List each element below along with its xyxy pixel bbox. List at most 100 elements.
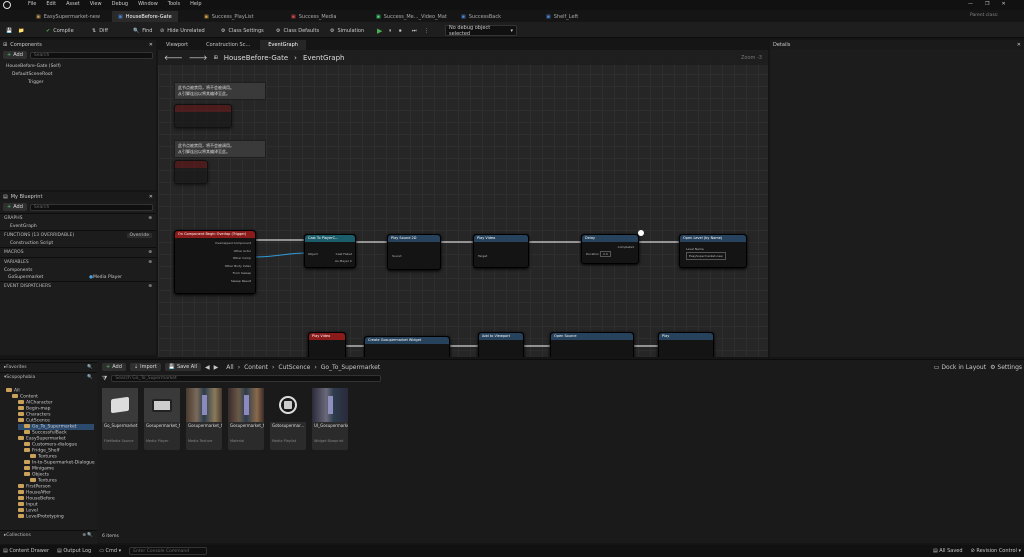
stop-icon[interactable]: ⏹ (399, 25, 402, 36)
components-category[interactable]: Components (0, 267, 156, 274)
find-button[interactable]: 🔍 Find (133, 25, 152, 36)
node-add-to-viewport[interactable]: Add to Viewport (478, 332, 524, 357)
menu-edit[interactable]: Edit (46, 1, 56, 7)
node-delay[interactable]: Delay Completed Duration 2.0 (581, 234, 639, 264)
node-open-level[interactable]: Open Level (by Name) Level Name EasySupe… (679, 234, 747, 268)
component-trigger[interactable]: Trigger (6, 79, 150, 87)
node-play-video[interactable]: Play Video Target (473, 234, 529, 268)
tab-viewport[interactable]: Viewport (158, 42, 196, 48)
construction-script-item[interactable]: Construction Script (0, 240, 156, 247)
menu-help[interactable]: Help (190, 1, 201, 7)
tree-levelprototyping[interactable]: LevelPrototyping (18, 514, 64, 520)
node-play-2[interactable]: Play (658, 332, 714, 357)
play-icon[interactable]: ▶ (377, 25, 382, 36)
add-blueprint-item-button[interactable]: + Add (3, 203, 27, 211)
event-graph-canvas[interactable]: 🡐 🡒 ⊞ HouseBefore-Gate › EventGraph Zoom… (158, 50, 768, 357)
asset-widget-blueprint[interactable]: UI_Gosupermarket Widget Blueprint (312, 388, 348, 450)
my-blueprint-search-input[interactable]: Search (29, 203, 153, 211)
menu-view[interactable]: View (90, 1, 102, 7)
tab-success-media[interactable]: ▣ Success_Media (285, 11, 342, 22)
tab-success-playlist[interactable]: ▣ Success_PlayList (198, 11, 260, 22)
close-button[interactable]: ✕ (1001, 1, 1005, 7)
functions-section[interactable]: FUNCTIONS (13 OVERRIDABLE) Override (0, 230, 156, 240)
content-search-input[interactable]: Search Go_To_Supermarket (111, 375, 382, 382)
collections-section[interactable]: ▸ Collections ⊕ 🔍 (0, 530, 97, 540)
simulation-button[interactable]: ⚙ Simulation (330, 25, 364, 36)
dock-in-layout-button[interactable]: ▭ Dock in Layout (934, 364, 986, 371)
class-settings-button[interactable]: ⚙ Class Settings (221, 25, 264, 36)
delay-duration-input[interactable]: 2.0 (600, 251, 611, 257)
save-all-button[interactable]: 💾 Save All (164, 363, 201, 371)
output-log-button[interactable]: ▤ Output Log (57, 548, 91, 554)
project-section[interactable]: ▾ Scopophobia 🔍 (0, 372, 97, 382)
graphs-section[interactable]: GRAPHS ⊕ (0, 213, 156, 223)
editor-tabs: Viewport Construction Sc... EventGraph (158, 40, 768, 50)
save-icon[interactable]: 💾 (6, 25, 12, 36)
node-play-video-2[interactable]: Play Video (308, 332, 346, 357)
asset-media-player[interactable]: Gosupermarket_forFANSSMedia Player (144, 388, 180, 450)
tab-construction-script[interactable]: Construction Sc... (198, 42, 258, 48)
component-self[interactable]: HouseBefore-Gate (Self) (6, 63, 150, 71)
tab-shelf-left[interactable]: ▣ Shelf_Left (540, 11, 584, 22)
tab-event-graph[interactable]: EventGraph (260, 40, 306, 50)
variable-gosupermarket[interactable]: GoSupermarket ● Media Player (0, 274, 156, 281)
content-settings-button[interactable]: ⚙ Settings (990, 364, 1022, 371)
filter-icon[interactable]: ⧩ (102, 375, 107, 383)
maximize-button[interactable]: ❐ (985, 1, 989, 7)
path-all[interactable]: All (226, 364, 233, 371)
history-forward-icon[interactable]: ▶ (214, 364, 219, 371)
node-begin-overlap[interactable]: On Component Begin Overlap (Trigger) Ove… (174, 230, 256, 294)
tab-housebefore-gate[interactable]: ▣ HouseBefore-Gate (112, 11, 178, 22)
status-bar: ▤ Content Drawer ▤ Output Log ▭ Cmd ▾ En… (0, 545, 1024, 557)
path-content[interactable]: Content (244, 364, 268, 371)
event-dispatchers-section[interactable]: EVENT DISPATCHERS ⊕ (0, 281, 156, 291)
asset-media-texture[interactable]: Gosupermarket_forFANSS_VideoMedia Textur… (186, 388, 222, 450)
class-defaults-button[interactable]: ⚙ Class Defaults (276, 25, 319, 36)
menu-window[interactable]: Window (138, 1, 158, 7)
component-default-scene-root[interactable]: DefaultSceneRoot (6, 71, 150, 79)
add-graph-icon[interactable]: ⊕ (148, 216, 152, 221)
pause-icon[interactable]: ⏸ (389, 25, 392, 36)
browse-icon[interactable]: 📁 (18, 25, 24, 36)
compile-button[interactable]: ✔ Compile (46, 25, 74, 36)
hide-unrelated-button[interactable]: ⊘ Hide Unrelated (160, 25, 205, 36)
node-cast-to-player[interactable]: Cast To PlayerC... Object Cast Failed As… (304, 234, 356, 268)
variables-section[interactable]: VARIABLES ⊕ (0, 257, 156, 267)
level-name-input[interactable]: EasySupermarket-new (686, 252, 726, 260)
menu-asset[interactable]: Asset (66, 1, 80, 7)
menu-debug[interactable]: Debug (112, 1, 128, 7)
asset-go-supermarket[interactable]: Go_Supermarket FileMedia Source (102, 388, 138, 450)
components-search-input[interactable]: Search (29, 51, 153, 59)
override-dropdown[interactable]: Override (126, 233, 152, 238)
launch-options-icon[interactable]: ⋮ (424, 25, 429, 36)
minimize-button[interactable]: — (968, 1, 973, 7)
node-open-source[interactable]: Open Source (550, 332, 634, 357)
tab-easysupermarket[interactable]: ▣ EasySupermarket-new (30, 11, 106, 22)
cmd-dropdown[interactable]: ▭ Cmd ▾ (99, 548, 121, 554)
favorites-section[interactable]: ▸ Favorites 🔍 (0, 362, 97, 372)
tab-success-video-mat[interactable]: ▣ Success_Me..._Video_Mat (370, 11, 453, 22)
debug-object-select[interactable]: No debug object selected ▾ (445, 25, 517, 37)
event-graph-item[interactable]: EventGraph (0, 223, 156, 230)
menu-file[interactable]: File (28, 1, 36, 7)
asset-media-playlist[interactable]: Gotosupermar... Media Playlist (270, 388, 306, 450)
tab-successback[interactable]: ▣ SuccessBack (455, 11, 507, 22)
import-button[interactable]: ⇣ Import (129, 363, 161, 371)
node-play-sound-2d[interactable]: Play Sound 2D Sound (387, 234, 441, 270)
menu-tools[interactable]: Tools (168, 1, 180, 7)
path-go-to-supermarket[interactable]: Go_To_Supermarket (321, 364, 380, 371)
console-input[interactable]: Enter Console Command (129, 547, 208, 555)
macros-section[interactable]: MACROS ⊕ (0, 247, 156, 257)
reroute-knot[interactable] (638, 230, 644, 236)
history-back-icon[interactable]: ◀ (205, 364, 210, 371)
path-cutscence[interactable]: CutScence (278, 364, 310, 371)
add-component-button[interactable]: + Add (3, 51, 27, 59)
content-drawer-button[interactable]: ▤ Content Drawer (3, 548, 49, 554)
revision-control-button[interactable]: ⊘ Revision Control ▾ (971, 548, 1021, 554)
content-add-button[interactable]: + Add (102, 363, 126, 371)
node-create-widget[interactable]: Create Gosupermarket Widget (364, 336, 450, 357)
diff-button[interactable]: ⇅ Diff (92, 25, 108, 36)
asset-video-material[interactable]: Gosupermarket_forFANSS_Video_MatMaterial (228, 388, 264, 450)
step-icon[interactable]: ⏭ (412, 25, 417, 36)
all-saved-indicator[interactable]: ▤ All Saved (933, 548, 963, 554)
